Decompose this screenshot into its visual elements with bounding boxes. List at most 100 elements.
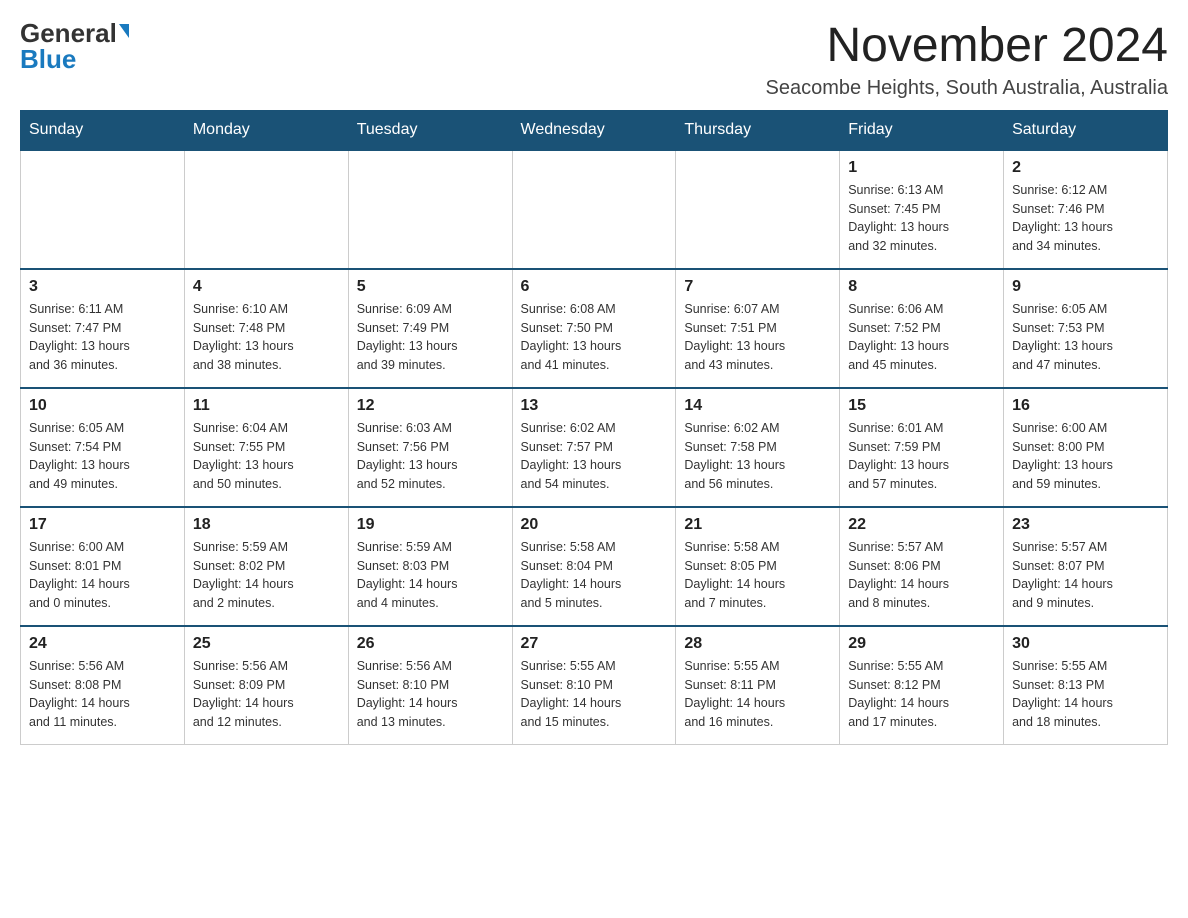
day-info: Sunrise: 5:55 AM Sunset: 8:12 PM Dayligh… <box>848 657 995 732</box>
month-title: November 2024 <box>766 20 1168 73</box>
day-cell: 28 Sunrise: 5:55 AM Sunset: 8:11 PM Dayli… <box>676 626 840 745</box>
day-cell: 10 Sunrise: 6:05 AM Sunset: 7:54 PM Dayli… <box>21 388 185 507</box>
day-info: Sunrise: 5:55 AM Sunset: 8:11 PM Dayligh… <box>684 657 831 732</box>
day-cell: 29Sunrise: 5:55 AM Sunset: 8:12 PM Dayli… <box>840 626 1004 745</box>
day-info: Sunrise: 6:03 AM Sunset: 7:56 PM Dayligh… <box>357 419 504 494</box>
day-info: Sunrise: 6:13 AM Sunset: 7:45 PM Dayligh… <box>848 181 995 256</box>
weekday-header-monday: Monday <box>184 110 348 150</box>
day-number: 5 <box>357 278 504 296</box>
day-cell: 9Sunrise: 6:05 AM Sunset: 7:53 PM Daylig… <box>1004 269 1168 388</box>
day-info: Sunrise: 6:00 AM Sunset: 8:00 PM Dayligh… <box>1012 419 1159 494</box>
day-number: 24 <box>29 635 176 653</box>
day-number: 25 <box>193 635 340 653</box>
day-cell: 13 Sunrise: 6:02 AM Sunset: 7:57 PM Dayli… <box>512 388 676 507</box>
day-cell <box>21 150 185 269</box>
logo-arrow-icon <box>119 24 129 38</box>
day-cell: 14 Sunrise: 6:02 AM Sunset: 7:58 PM Dayli… <box>676 388 840 507</box>
week-row-3: 10 Sunrise: 6:05 AM Sunset: 7:54 PM Dayli… <box>21 388 1168 507</box>
day-cell <box>676 150 840 269</box>
day-cell: 22 Sunrise: 5:57 AM Sunset: 8:06 PM Dayli… <box>840 507 1004 626</box>
day-number: 11 <box>193 397 340 415</box>
day-cell: 6 Sunrise: 6:08 AM Sunset: 7:50 PM Daylig… <box>512 269 676 388</box>
day-number: 26 <box>357 635 504 653</box>
location-text: Seacombe Heights, South Australia, Austr… <box>766 77 1168 100</box>
day-number: 23 <box>1012 516 1159 534</box>
day-number: 22 <box>848 516 995 534</box>
weekday-header-thursday: Thursday <box>676 110 840 150</box>
page-header: General Blue November 2024 Seacombe Heig… <box>20 20 1168 100</box>
day-info: Sunrise: 5:58 AM Sunset: 8:04 PM Dayligh… <box>521 538 668 613</box>
day-cell: 30 Sunrise: 5:55 AM Sunset: 8:13 PM Dayli… <box>1004 626 1168 745</box>
day-info: Sunrise: 5:59 AM Sunset: 8:02 PM Dayligh… <box>193 538 340 613</box>
day-number: 10 <box>29 397 176 415</box>
day-number: 13 <box>521 397 668 415</box>
day-number: 15 <box>848 397 995 415</box>
day-number: 12 <box>357 397 504 415</box>
logo: General Blue <box>20 20 129 72</box>
day-info: Sunrise: 6:02 AM Sunset: 7:57 PM Dayligh… <box>521 419 668 494</box>
day-cell: 5 Sunrise: 6:09 AM Sunset: 7:49 PM Daylig… <box>348 269 512 388</box>
day-cell <box>184 150 348 269</box>
weekday-header-friday: Friday <box>840 110 1004 150</box>
week-row-1: 1 Sunrise: 6:13 AM Sunset: 7:45 PM Daylig… <box>21 150 1168 269</box>
day-info: Sunrise: 6:06 AM Sunset: 7:52 PM Dayligh… <box>848 300 995 375</box>
day-info: Sunrise: 5:57 AM Sunset: 8:07 PM Dayligh… <box>1012 538 1159 613</box>
day-cell <box>512 150 676 269</box>
day-cell: 26Sunrise: 5:56 AM Sunset: 8:10 PM Dayli… <box>348 626 512 745</box>
weekday-header-saturday: Saturday <box>1004 110 1168 150</box>
day-cell: 27 Sunrise: 5:55 AM Sunset: 8:10 PM Dayli… <box>512 626 676 745</box>
day-number: 14 <box>684 397 831 415</box>
day-info: Sunrise: 6:01 AM Sunset: 7:59 PM Dayligh… <box>848 419 995 494</box>
day-info: Sunrise: 6:09 AM Sunset: 7:49 PM Dayligh… <box>357 300 504 375</box>
day-cell: 2Sunrise: 6:12 AM Sunset: 7:46 PM Daylig… <box>1004 150 1168 269</box>
day-info: Sunrise: 6:10 AM Sunset: 7:48 PM Dayligh… <box>193 300 340 375</box>
day-number: 1 <box>848 159 995 177</box>
week-row-4: 17 Sunrise: 6:00 AM Sunset: 8:01 PM Dayli… <box>21 507 1168 626</box>
day-number: 18 <box>193 516 340 534</box>
day-info: Sunrise: 6:08 AM Sunset: 7:50 PM Dayligh… <box>521 300 668 375</box>
day-number: 4 <box>193 278 340 296</box>
day-info: Sunrise: 6:04 AM Sunset: 7:55 PM Dayligh… <box>193 419 340 494</box>
day-cell: 11 Sunrise: 6:04 AM Sunset: 7:55 PM Dayli… <box>184 388 348 507</box>
day-info: Sunrise: 5:56 AM Sunset: 8:09 PM Dayligh… <box>193 657 340 732</box>
day-info: Sunrise: 5:59 AM Sunset: 8:03 PM Dayligh… <box>357 538 504 613</box>
day-number: 8 <box>848 278 995 296</box>
week-row-5: 24Sunrise: 5:56 AM Sunset: 8:08 PM Dayli… <box>21 626 1168 745</box>
calendar-table: SundayMondayTuesdayWednesdayThursdayFrid… <box>20 110 1168 745</box>
day-cell: 17 Sunrise: 6:00 AM Sunset: 8:01 PM Dayli… <box>21 507 185 626</box>
day-number: 16 <box>1012 397 1159 415</box>
day-number: 28 <box>684 635 831 653</box>
day-info: Sunrise: 5:57 AM Sunset: 8:06 PM Dayligh… <box>848 538 995 613</box>
day-cell: 4 Sunrise: 6:10 AM Sunset: 7:48 PM Daylig… <box>184 269 348 388</box>
day-number: 3 <box>29 278 176 296</box>
day-number: 19 <box>357 516 504 534</box>
day-info: Sunrise: 5:55 AM Sunset: 8:10 PM Dayligh… <box>521 657 668 732</box>
day-number: 27 <box>521 635 668 653</box>
weekday-header-sunday: Sunday <box>21 110 185 150</box>
day-cell: 25 Sunrise: 5:56 AM Sunset: 8:09 PM Dayli… <box>184 626 348 745</box>
day-info: Sunrise: 5:55 AM Sunset: 8:13 PM Dayligh… <box>1012 657 1159 732</box>
weekday-header-tuesday: Tuesday <box>348 110 512 150</box>
logo-blue-text: Blue <box>20 46 76 72</box>
day-cell: 7Sunrise: 6:07 AM Sunset: 7:51 PM Daylig… <box>676 269 840 388</box>
day-cell: 3 Sunrise: 6:11 AM Sunset: 7:47 PM Daylig… <box>21 269 185 388</box>
day-info: Sunrise: 6:02 AM Sunset: 7:58 PM Dayligh… <box>684 419 831 494</box>
day-info: Sunrise: 6:05 AM Sunset: 7:54 PM Dayligh… <box>29 419 176 494</box>
logo-general-text: General <box>20 20 117 46</box>
day-number: 6 <box>521 278 668 296</box>
day-cell: 15 Sunrise: 6:01 AM Sunset: 7:59 PM Dayli… <box>840 388 1004 507</box>
day-number: 17 <box>29 516 176 534</box>
day-info: Sunrise: 6:12 AM Sunset: 7:46 PM Dayligh… <box>1012 181 1159 256</box>
day-cell: 21Sunrise: 5:58 AM Sunset: 8:05 PM Dayli… <box>676 507 840 626</box>
day-info: Sunrise: 6:07 AM Sunset: 7:51 PM Dayligh… <box>684 300 831 375</box>
day-cell: 1 Sunrise: 6:13 AM Sunset: 7:45 PM Daylig… <box>840 150 1004 269</box>
day-number: 30 <box>1012 635 1159 653</box>
week-row-2: 3 Sunrise: 6:11 AM Sunset: 7:47 PM Daylig… <box>21 269 1168 388</box>
weekday-header-wednesday: Wednesday <box>512 110 676 150</box>
day-cell: 19 Sunrise: 5:59 AM Sunset: 8:03 PM Dayli… <box>348 507 512 626</box>
day-info: Sunrise: 6:11 AM Sunset: 7:47 PM Dayligh… <box>29 300 176 375</box>
day-cell: 20Sunrise: 5:58 AM Sunset: 8:04 PM Dayli… <box>512 507 676 626</box>
day-info: Sunrise: 5:58 AM Sunset: 8:05 PM Dayligh… <box>684 538 831 613</box>
day-number: 9 <box>1012 278 1159 296</box>
day-info: Sunrise: 6:00 AM Sunset: 8:01 PM Dayligh… <box>29 538 176 613</box>
